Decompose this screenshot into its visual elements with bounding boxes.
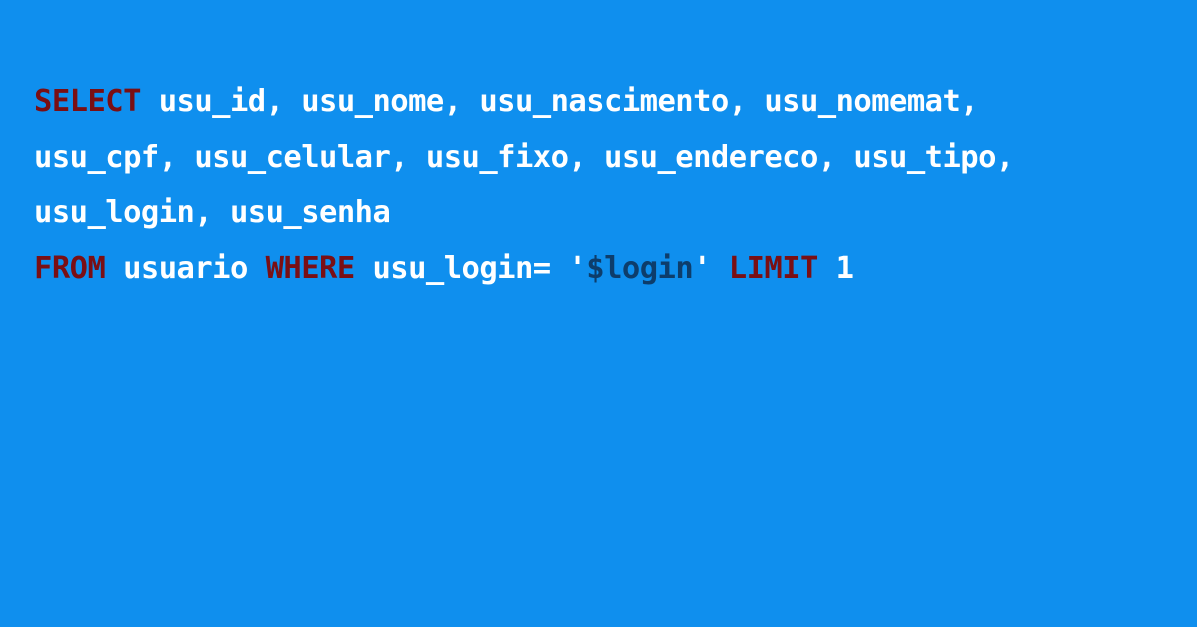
sql-keyword-select: SELECT [34,84,141,119]
code-line-2: usu_cpf, usu_celular, usu_fixo, usu_ende… [34,130,1014,186]
code-text: ' [693,250,729,286]
code-text: usu_id, usu_nome, usu_nascimento, usu_no… [140,84,979,119]
code-line-1: SELECT usu_id, usu_nome, usu_nascimento,… [34,74,1014,130]
code-text: usu_login, usu_senha [34,195,391,230]
sql-query-code-block: SELECT usu_id, usu_nome, usu_nascimento,… [34,74,1014,296]
code-line-3: usu_login, usu_senha [34,185,1014,241]
php-variable-login: $login [586,250,694,286]
sql-keyword-limit: LIMIT [728,250,819,286]
sql-keyword-where: WHERE [265,250,356,286]
code-text: usu_cpf, usu_celular, usu_fixo, usu_ende… [34,139,1014,175]
sql-keyword-from: FROM [34,250,106,286]
code-text: usuario [105,250,266,286]
code-text: 1 [817,250,854,286]
code-line-4: FROM usuario WHERE usu_login= '$login' L… [34,241,1014,297]
code-text: usu_login= ' [354,250,587,286]
code-canvas: SELECT usu_id, usu_nome, usu_nascimento,… [0,0,1197,627]
